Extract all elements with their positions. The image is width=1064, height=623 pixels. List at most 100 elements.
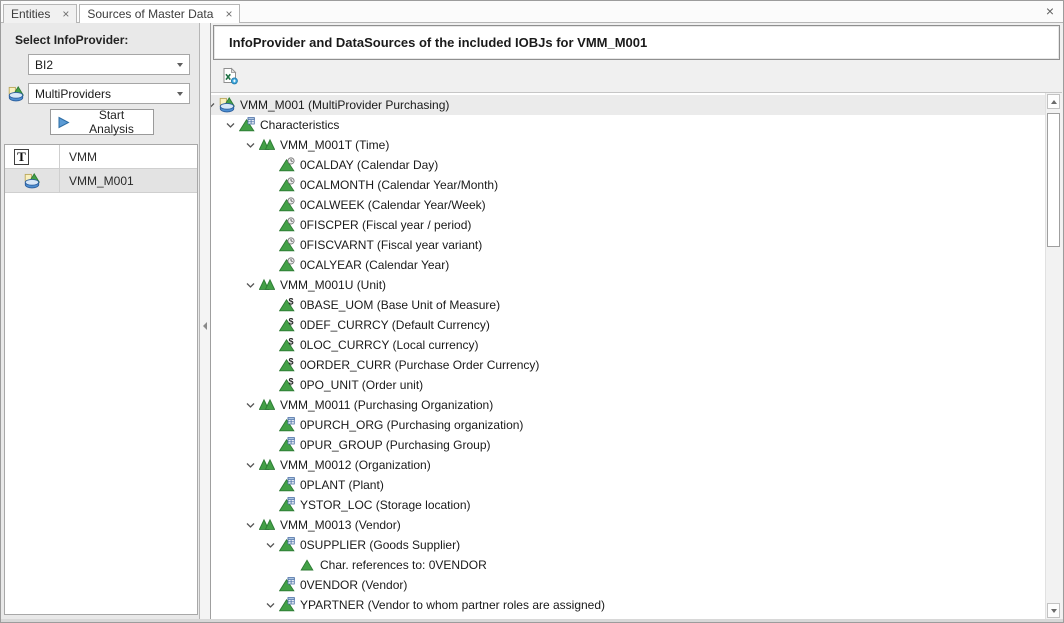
time-icon	[279, 177, 295, 193]
char-grid-icon	[239, 117, 255, 133]
chevron-down-icon[interactable]	[244, 399, 257, 412]
tree-row-label: 0FISCVARNT (Fiscal year variant)	[300, 235, 482, 255]
chevron-down-icon[interactable]	[264, 599, 277, 612]
scroll-up-icon[interactable]	[1047, 94, 1060, 109]
tree-row[interactable]: 0VENDOR (Vendor)	[211, 575, 1046, 595]
dimension-icon	[259, 517, 275, 533]
tab-sources-of-master-data[interactable]: Sources of Master Data ×	[79, 4, 240, 23]
chevron-down-icon[interactable]	[244, 139, 257, 152]
tree-row[interactable]: 0CALWEEK (Calendar Year/Week)	[211, 195, 1046, 215]
tree-row-label: 0PURCH_ORG (Purchasing organization)	[300, 415, 523, 435]
list-item-label: VMM_M001	[60, 174, 197, 188]
tree-row-label: YSTOR_LOC (Storage location)	[300, 495, 471, 515]
chevron-down-icon[interactable]	[224, 119, 237, 132]
chevron-down-icon[interactable]	[211, 99, 217, 112]
tab-close-icon[interactable]: ×	[225, 9, 232, 19]
tree-row[interactable]: 0SUPPLIER (Goods Supplier)	[211, 535, 1046, 555]
tree-row[interactable]: VMM_M001U (Unit)	[211, 275, 1046, 295]
char-grid-icon	[279, 437, 295, 453]
char-grid-icon	[279, 417, 295, 433]
infoprovider-list: T VMM VMM_M001	[4, 144, 198, 615]
sidebar: Select InfoProvider: BI2 MultiProviders …	[1, 23, 200, 619]
svg-text:$: $	[288, 357, 293, 367]
list-item[interactable]: VMM_M001	[5, 169, 197, 193]
tab-entities[interactable]: Entities ×	[3, 4, 77, 23]
tab-close-icon[interactable]: ×	[62, 9, 69, 19]
collapse-left-icon[interactable]	[203, 322, 207, 330]
svg-text:$: $	[288, 337, 293, 347]
tree-row[interactable]: 0FISCVARNT (Fiscal year variant)	[211, 235, 1046, 255]
tree-row[interactable]: 0PLANT (Plant)	[211, 475, 1046, 495]
tab-sources-label: Sources of Master Data	[87, 7, 213, 21]
tree-row[interactable]: $ 0DEF_CURRCY (Default Currency)	[211, 315, 1046, 335]
start-analysis-button[interactable]: Start Analysis	[50, 109, 154, 135]
tree-row[interactable]: $ 0LOC_CURRCY (Local currency)	[211, 335, 1046, 355]
currency-icon: $	[279, 377, 295, 393]
system-dropdown[interactable]: BI2	[28, 54, 190, 75]
chevron-down-icon[interactable]	[244, 459, 257, 472]
chevron-down-icon[interactable]	[244, 279, 257, 292]
tree-row[interactable]: 0FISCPER (Fiscal year / period)	[211, 215, 1046, 235]
filter-type-cell[interactable]: T	[5, 145, 60, 168]
tree-row[interactable]: 0CALMONTH (Calendar Year/Month)	[211, 175, 1046, 195]
system-dropdown-value: BI2	[35, 58, 53, 72]
char-grid-icon	[279, 577, 295, 593]
tree-row[interactable]: $ 0PO_UNIT (Order unit)	[211, 375, 1046, 395]
infoprovider-tree: VMM_M001 (MultiProvider Purchasing) Char…	[211, 93, 1046, 619]
infoprovider-list-body: VMM_M001	[5, 169, 197, 193]
tree-row[interactable]: VMM_M001 (MultiProvider Purchasing)	[211, 95, 1046, 115]
tree-row[interactable]: VMM_M0011 (Purchasing Organization)	[211, 395, 1046, 415]
tree-row[interactable]: VMM_M0013 (Vendor)	[211, 515, 1046, 535]
tree-row[interactable]: YSTOR_LOC (Storage location)	[211, 495, 1046, 515]
main-header: InfoProvider and DataSources of the incl…	[213, 25, 1060, 60]
text-filter-icon: T	[14, 149, 29, 165]
tree-row-label: 0PUR_GROUP (Purchasing Group)	[300, 435, 491, 455]
tree-row-label: 0CALYEAR (Calendar Year)	[300, 255, 449, 275]
tree-row[interactable]: 0PUR_GROUP (Purchasing Group)	[211, 435, 1046, 455]
dimension-icon	[259, 277, 275, 293]
chevron-down-icon[interactable]	[264, 539, 277, 552]
play-icon	[57, 116, 70, 129]
tree-row[interactable]: 0CALDAY (Calendar Day)	[211, 155, 1046, 175]
tree-row[interactable]: $ 0ORDER_CURR (Purchase Order Currency)	[211, 355, 1046, 375]
multiprovider-icon	[8, 86, 24, 102]
tree-row[interactable]: $ 0BASE_UOM (Base Unit of Measure)	[211, 295, 1046, 315]
tree-row-label: 0DEF_CURRCY (Default Currency)	[300, 315, 490, 335]
tree-row[interactable]: Char. references to: 0VENDOR	[211, 555, 1046, 575]
tree-row-label: Characteristics	[260, 115, 339, 135]
scrollbar-thumb[interactable]	[1047, 113, 1060, 247]
page-title: InfoProvider and DataSources of the incl…	[229, 35, 647, 50]
close-icon[interactable]: ×	[1046, 4, 1054, 18]
time-icon	[279, 257, 295, 273]
export-excel-button[interactable]	[218, 64, 242, 88]
tree-row-label: 0FISCPER (Fiscal year / period)	[300, 215, 471, 235]
window-bottom-edge	[1, 619, 1063, 622]
tree-row[interactable]: VMM_M0012 (Organization)	[211, 455, 1046, 475]
tree-row[interactable]: Characteristics	[211, 115, 1046, 135]
tree-row[interactable]: 0PURCH_ORG (Purchasing organization)	[211, 415, 1046, 435]
tree-row-label: Char. references to: 0VENDOR	[320, 555, 487, 575]
content-area: Select InfoProvider: BI2 MultiProviders …	[1, 23, 1063, 619]
tree-row[interactable]: YPARTNER (Vendor to whom partner roles a…	[211, 595, 1046, 615]
list-filter-row: T VMM	[5, 145, 197, 169]
chevron-down-icon	[177, 92, 183, 96]
dimension-icon	[259, 137, 275, 153]
tree-row[interactable]: 0CALYEAR (Calendar Year)	[211, 255, 1046, 275]
export-excel-icon	[221, 67, 239, 85]
infoprovider-type-dropdown[interactable]: MultiProviders	[28, 83, 190, 104]
tree-row[interactable]: VMM_M001T (Time)	[211, 135, 1046, 155]
tree-container: VMM_M001 (MultiProvider Purchasing) Char…	[211, 92, 1062, 619]
tree-scrollbar[interactable]	[1045, 93, 1062, 619]
tree-row-label: 0CALWEEK (Calendar Year/Week)	[300, 195, 486, 215]
chevron-down-icon[interactable]	[244, 519, 257, 532]
scroll-down-icon[interactable]	[1047, 603, 1060, 618]
multiprovider-icon	[219, 97, 235, 113]
tree-row-label: VMM_M0011 (Purchasing Organization)	[280, 395, 493, 415]
list-filter-input[interactable]: VMM	[60, 150, 197, 164]
panel-splitter[interactable]	[200, 23, 210, 619]
sidebar-title: Select InfoProvider:	[15, 33, 199, 47]
dropdown-icon-spacer	[8, 57, 24, 73]
time-icon	[279, 157, 295, 173]
dimension-icon	[259, 457, 275, 473]
type-dropdown-row: MultiProviders	[8, 83, 190, 104]
